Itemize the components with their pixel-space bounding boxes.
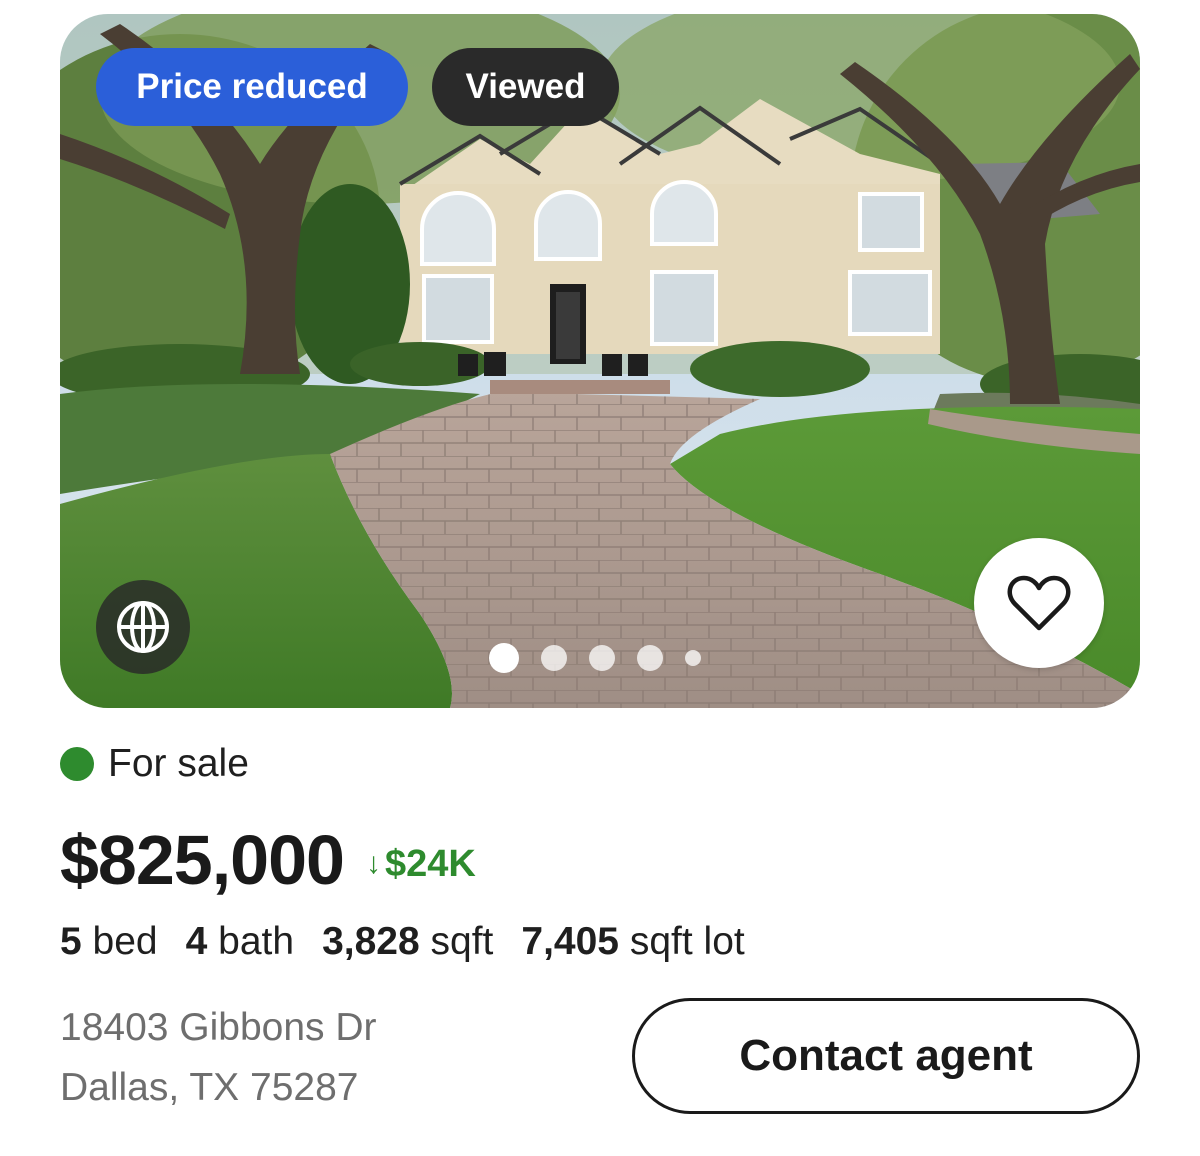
price-drop-amount: $24K bbox=[384, 842, 476, 885]
fact-beds: 5 bed bbox=[60, 920, 158, 963]
status-label: For sale bbox=[108, 742, 249, 785]
photo-carousel-indicator[interactable] bbox=[489, 643, 701, 673]
save-favorite-button[interactable] bbox=[974, 538, 1104, 668]
carousel-dot-4[interactable] bbox=[637, 645, 663, 671]
carousel-dot-2[interactable] bbox=[541, 645, 567, 671]
viewed-badge: Viewed bbox=[432, 48, 619, 126]
carousel-dot-5[interactable] bbox=[685, 650, 701, 666]
status-indicator-dot bbox=[60, 747, 94, 781]
property-facts: 5 bed 4 bath 3,828 sqft 7,405 sqft lot bbox=[60, 912, 773, 972]
listing-status: For sale bbox=[60, 738, 249, 790]
listing-address[interactable]: 18403 Gibbons Dr Dallas, TX 75287 bbox=[60, 998, 377, 1118]
address-line-2: Dallas, TX 75287 bbox=[60, 1066, 359, 1109]
fact-baths: 4 bath bbox=[185, 920, 295, 963]
carousel-dot-1[interactable] bbox=[489, 643, 519, 673]
fact-lot: 7,405 sqft lot bbox=[521, 920, 745, 963]
address-line-1: 18403 Gibbons Dr bbox=[60, 1006, 377, 1049]
contact-agent-button[interactable]: Contact agent bbox=[632, 998, 1140, 1114]
price-row: $825,000 ↓ $24K bbox=[60, 815, 476, 905]
fact-sqft: 3,828 sqft bbox=[322, 920, 494, 963]
listing-price: $825,000 bbox=[60, 821, 345, 899]
arrow-down-icon: ↓ bbox=[365, 847, 381, 880]
carousel-dot-3[interactable] bbox=[589, 645, 615, 671]
price-drop: ↓ $24K bbox=[366, 843, 476, 886]
globe-icon bbox=[117, 601, 169, 653]
listing-card[interactable]: Price reduced Viewed For sale $825,000 ↓… bbox=[0, 0, 1200, 1156]
heart-outline-icon bbox=[1007, 575, 1071, 631]
price-reduced-badge: Price reduced bbox=[96, 48, 408, 126]
virtual-tour-button[interactable] bbox=[96, 580, 190, 674]
